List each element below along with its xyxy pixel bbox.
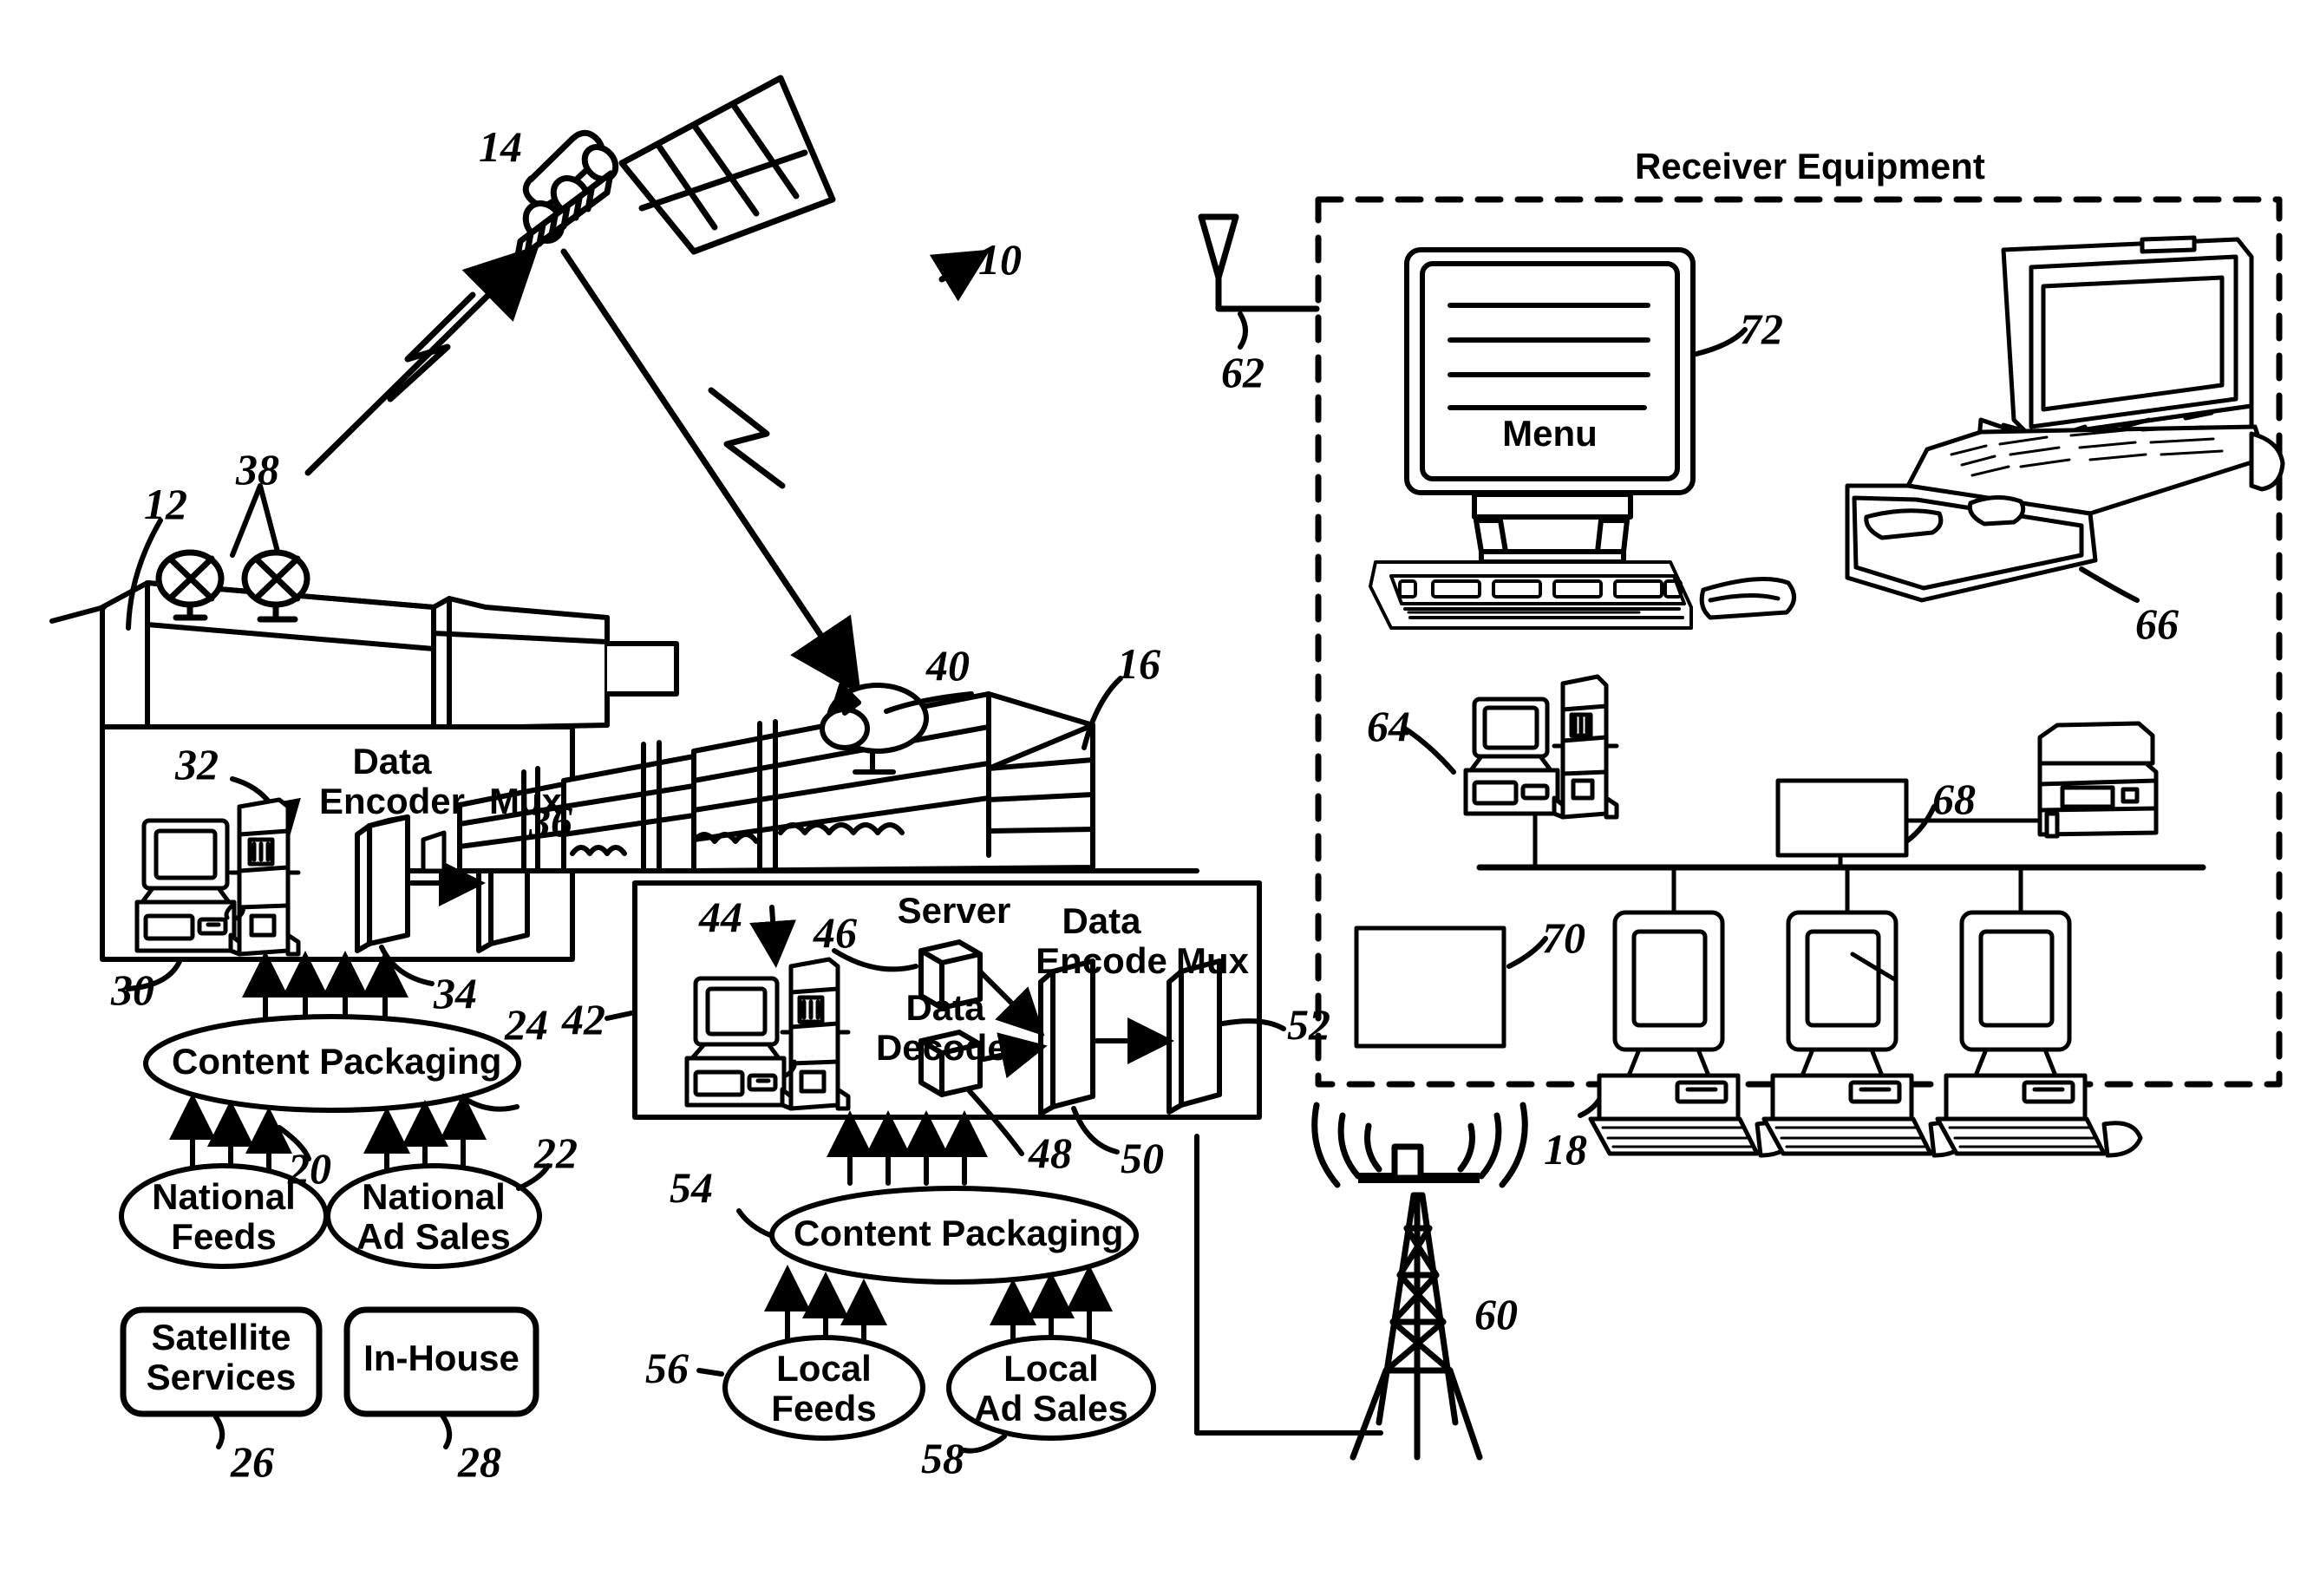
ref-46: 46 (814, 908, 857, 957)
ref-62: 62 (1221, 348, 1265, 396)
receiver-equipment-title: Receiver Equipment (1635, 146, 1985, 186)
headend-workstation-pc (684, 976, 787, 1108)
ref-42: 42 (562, 995, 605, 1043)
national-feeds-label-2: Feeds (171, 1216, 277, 1257)
ref-38: 38 (236, 445, 279, 494)
ref-16: 16 (1117, 639, 1160, 688)
ref-26: 26 (231, 1437, 274, 1486)
ref-66: 66 (2135, 599, 2179, 648)
ref-54: 54 (670, 1163, 713, 1212)
facility-workstation-pc (134, 818, 237, 953)
headend-data-encode-label-1: Data (1062, 900, 1141, 941)
facility-data-encoder-label-2: Encoder (318, 781, 466, 821)
satellite-icon (513, 75, 836, 264)
in-house-label: In-House (363, 1338, 520, 1378)
local-feeds-label-2: Feeds (771, 1388, 877, 1429)
ref-58: 58 (921, 1434, 964, 1482)
headend-mux-label: Mux (1176, 940, 1249, 981)
lan-bridge-box (1775, 778, 1909, 858)
ref-30: 30 (111, 965, 154, 1014)
headend-tower-server (780, 957, 851, 1111)
ref-20: 20 (288, 1144, 331, 1193)
facility-data-encoder-block (355, 814, 410, 953)
receiver-laptop (1845, 235, 2285, 603)
ref-28: 28 (458, 1437, 501, 1486)
satellite-services-label-2: Services (146, 1357, 297, 1397)
receiver-printer (2037, 721, 2159, 839)
headend-data-decoder-label-1: Data (905, 987, 985, 1028)
receiver-keyboard (1369, 560, 1693, 630)
ref-56: 56 (645, 1344, 689, 1392)
national-ad-sales-label-1: National (362, 1176, 506, 1217)
ref-18: 18 (1544, 1125, 1587, 1174)
receiver-device-box (1354, 926, 1506, 1049)
ref-14: 14 (479, 122, 522, 171)
ref-50: 50 (1121, 1134, 1164, 1182)
local-ad-sales-label-1: Local (1003, 1348, 1099, 1389)
patent-figure-canvas: Receiver Equipment Data Encoder Mux Cont… (0, 0, 2320, 1596)
ref-48: 48 (1029, 1128, 1072, 1177)
national-feeds-label-1: National (152, 1176, 296, 1217)
ref-60: 60 (1474, 1290, 1518, 1338)
ref-36: 36 (529, 797, 572, 846)
ref-22: 22 (534, 1128, 578, 1177)
national-content-packaging-label: Content Packaging (172, 1041, 502, 1082)
ref-44: 44 (699, 893, 742, 941)
headend-data-encode-label-2: Encode (1036, 940, 1167, 981)
facility-data-encoder-label: Data (352, 741, 432, 782)
receiver-antenna (1198, 213, 1320, 312)
ref-64: 64 (1367, 702, 1410, 750)
receiver-client-pc-3 (1935, 910, 2143, 1158)
ref-34: 34 (434, 969, 477, 1017)
receiver-server-pc (1463, 697, 1560, 816)
satellite-services-label-1: Satellite (151, 1317, 291, 1357)
ref-12: 12 (144, 480, 187, 528)
headend-server-label: Server (897, 890, 1011, 931)
ref-40: 40 (926, 641, 970, 690)
receiver-mouse (1699, 577, 1796, 620)
receiver-tower-server (1552, 674, 1619, 820)
headend-mux-block (1167, 958, 1222, 1115)
ref-32: 32 (175, 740, 219, 788)
ref-52: 52 (1287, 1000, 1330, 1049)
ref-24: 24 (505, 1000, 548, 1049)
local-content-packaging-label: Content Packaging (794, 1213, 1124, 1253)
ref-72: 72 (1740, 304, 1783, 353)
headend-data-decoder-label-2: Decoder (875, 1027, 1023, 1068)
monitor-menu-text: Menu (1502, 413, 1598, 454)
ref-70: 70 (1542, 913, 1585, 962)
local-feeds-label-1: Local (776, 1348, 872, 1389)
receiver-desktop-monitor (1404, 247, 1696, 565)
ref-68: 68 (1932, 775, 1976, 823)
headend-data-encode-block (1038, 958, 1095, 1116)
ref-10: 10 (978, 235, 1022, 284)
local-ad-sales-label-2: Ad Sales (974, 1388, 1128, 1429)
broadcast-tower (1311, 1102, 1528, 1461)
national-ad-sales-label-2: Ad Sales (356, 1216, 511, 1257)
